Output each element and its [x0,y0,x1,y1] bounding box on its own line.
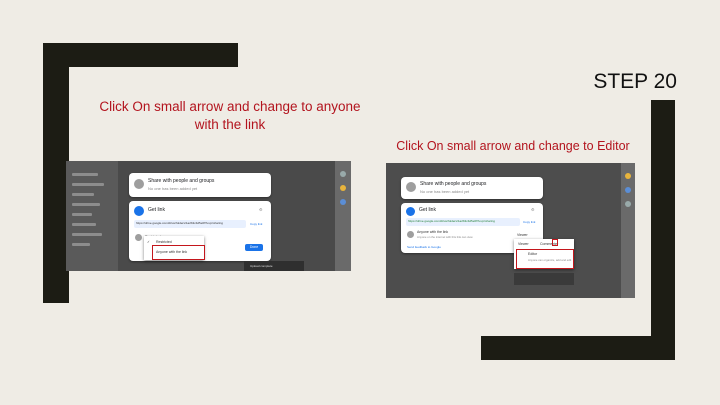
get-link-title: Get link [419,207,436,213]
bottom-bar [514,273,574,285]
link-url: https://drive.google.com/drive/folders/1… [408,219,495,223]
frame-bar-right [651,100,675,360]
settings-icon[interactable]: ⚙ [531,207,535,212]
role-select[interactable]: Viewer [517,233,528,238]
snackbar: Upload complete [244,261,304,271]
anyone-sub: Anyone on the internet with this link ca… [417,235,473,239]
share-people-card[interactable]: Share with people and groups No one has … [129,173,271,197]
highlight-anyone-option [152,245,205,260]
right-rail [335,161,351,271]
person-add-icon [134,179,144,189]
share-people-card[interactable]: Share with people and groups No one has … [401,177,543,199]
step-title: STEP 20 [593,70,677,93]
right-rail [621,163,635,298]
copy-link-button[interactable]: Copy link [523,220,535,225]
frame-bar-top [43,43,238,67]
snackbar-text: Upload complete [250,264,273,268]
globe-icon [135,234,142,241]
settings-icon[interactable]: ⚙ [259,207,263,212]
frame-bar-bottom [481,336,675,360]
share-card-sub: No one has been added yet [148,186,198,191]
person-add-icon [406,182,416,192]
link-url-box[interactable]: https://drive.google.com/drive/folders/1… [406,218,520,226]
screenshot-change-to-editor: Share with people and groups No one has … [386,163,635,298]
share-card-title: Share with people and groups [420,181,487,187]
link-icon [406,207,415,216]
caption-right: Click On small arrow and change to Edito… [396,139,630,153]
share-card-sub: No one has been added yet [420,189,470,194]
caption-left: Click On small arrow and change to anyon… [99,99,361,132]
get-link-title: Get link [148,207,165,213]
share-card-title: Share with people and groups [148,178,215,184]
drive-sidebar [66,161,118,271]
check-icon: ✓ [147,240,150,244]
highlight-editor-option [516,249,574,269]
highlight-checkbox [552,239,558,246]
screenshot-get-link-access: Share with people and groups No one has … [66,161,351,271]
link-url-box[interactable]: https://drive.google.com/drive/folders/1… [134,220,246,228]
feedback-link[interactable]: Send feedback to Google [407,245,441,250]
role-viewer[interactable]: Viewer [518,242,529,247]
link-icon [134,206,144,216]
link-url: https://drive.google.com/drive/folders/1… [136,221,223,225]
copy-link-button[interactable]: Copy link [250,222,262,227]
globe-icon [407,231,414,238]
done-button[interactable]: Done [245,244,263,251]
